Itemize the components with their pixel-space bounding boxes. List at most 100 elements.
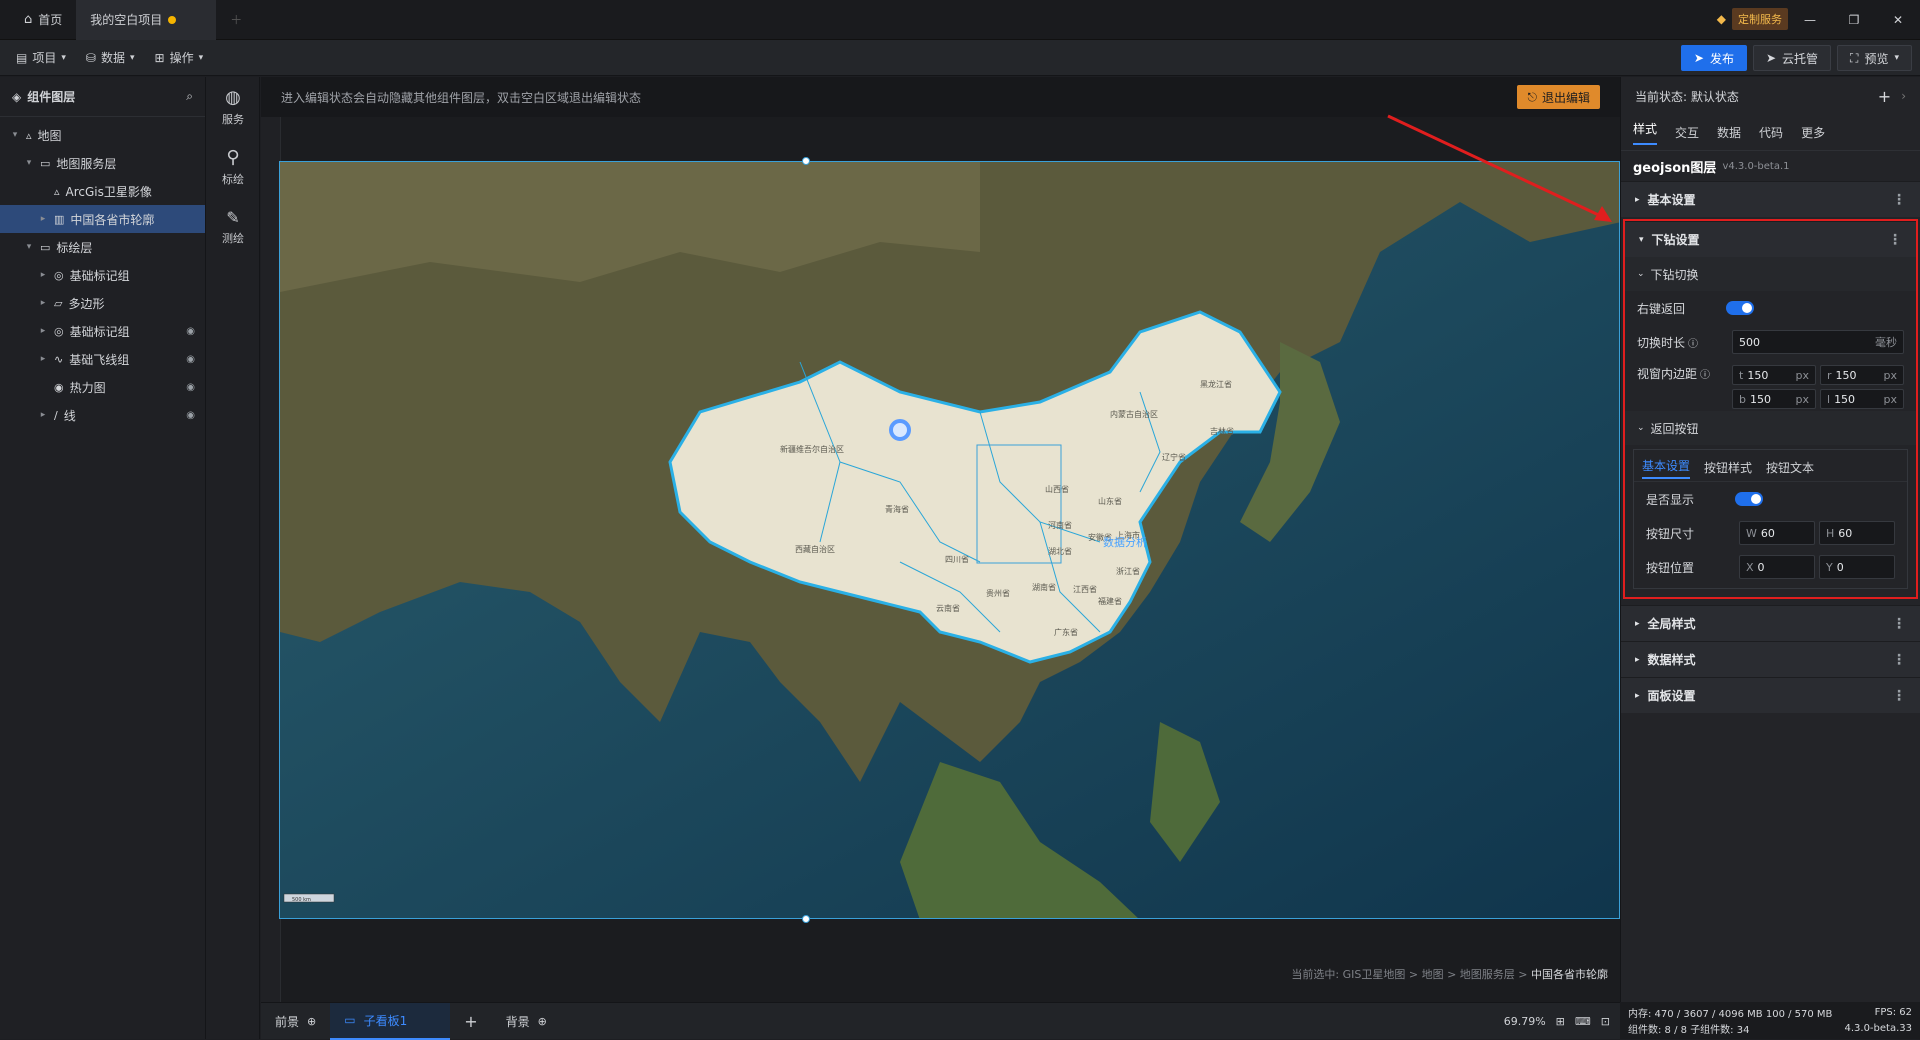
caret-icon[interactable]: ▾	[10, 130, 20, 140]
tab-code[interactable]: 代码	[1759, 124, 1783, 141]
caret-icon[interactable]: ▸	[38, 270, 48, 280]
cloud-host-button[interactable]: ➤ 云托管	[1752, 45, 1832, 71]
section-data-style[interactable]: ▸ 数据样式 ⋮	[1621, 641, 1920, 677]
tab-back[interactable]: 背景 ⊕	[492, 1003, 561, 1040]
visibility-icon[interactable]: ◉	[186, 410, 195, 421]
satellite-map[interactable]: 黑龙江省 吉林省 内蒙古自治区 辽宁省 新疆维吾尔自治区 青海省 西藏自治区 四…	[280, 162, 1620, 919]
caret-icon[interactable]: ▸	[38, 326, 48, 336]
restore-icon[interactable]: ❐	[1832, 13, 1876, 27]
duration-row: 切换时长 ⓘ 500 毫秒	[1625, 325, 1916, 359]
service-tool[interactable]: ◍ 服务	[206, 77, 260, 137]
layer-tree-item[interactable]: ◉ 热力图 ◉	[0, 373, 205, 401]
menu-data[interactable]: ⛁ 数据 ▾	[76, 44, 145, 72]
tab-style[interactable]: 样式	[1633, 120, 1658, 145]
back-tab-basic[interactable]: 基本设置	[1642, 457, 1691, 479]
more-vert-icon[interactable]: ⋮	[1892, 616, 1906, 632]
visibility-icon[interactable]: ◉	[186, 354, 195, 365]
help-icon[interactable]: ⓘ	[1688, 335, 1698, 350]
mark-tool[interactable]: ⚲ 标绘	[206, 137, 260, 197]
caret-icon[interactable]: ▸	[38, 214, 48, 224]
location-marker-icon[interactable]	[889, 419, 911, 441]
caret-icon[interactable]: ▸	[38, 298, 48, 308]
publish-button[interactable]: ➤ 发布	[1680, 45, 1747, 71]
menu-operate[interactable]: ⊞ 操作 ▾	[145, 44, 214, 72]
exit-edit-button[interactable]: ⎋ 退出编辑	[1517, 85, 1600, 109]
layer-tree-item[interactable]: ▸ ∕ 线 ◉	[0, 401, 205, 429]
tab-data[interactable]: 数据	[1717, 124, 1741, 141]
section-drill[interactable]: ▾ 下钻设置 ⋮	[1625, 221, 1916, 257]
measure-tool[interactable]: ✎ 测绘	[206, 197, 260, 257]
more-vert-icon[interactable]: ⋮	[1888, 232, 1902, 248]
layer-tree-item[interactable]: ▸ ▥ 中国各省市轮廓	[0, 205, 205, 233]
fit-icon[interactable]: ⊞	[1556, 1015, 1565, 1028]
layer-tree-item[interactable]: ▵ ArcGis卫星影像	[0, 177, 205, 205]
section-panel-settings[interactable]: ▸ 面板设置 ⋮	[1621, 677, 1920, 713]
back-button-tabs: 基本设置 按钮样式 按钮文本	[1634, 454, 1907, 482]
tab-interaction[interactable]: 交互	[1675, 124, 1699, 141]
back-tab-text[interactable]: 按钮文本	[1766, 459, 1814, 476]
chevron-down-icon: ⌄	[1637, 269, 1645, 279]
caret-icon[interactable]: ▾	[24, 158, 34, 168]
tab-panel1[interactable]: ▭ 子看板1	[330, 1002, 451, 1040]
duration-input[interactable]: 500 毫秒	[1732, 330, 1904, 354]
section-global-style[interactable]: ▸ 全局样式 ⋮	[1621, 605, 1920, 641]
search-icon[interactable]: ⌕	[186, 89, 193, 104]
visibility-icon[interactable]: ◉	[186, 326, 195, 337]
map-label: 山西省	[1045, 484, 1069, 494]
more-vert-icon[interactable]: ⋮	[1892, 652, 1906, 668]
caret-icon[interactable]: ▸	[38, 354, 48, 364]
help-icon[interactable]: ⓘ	[1700, 366, 1710, 381]
drill-switch-group[interactable]: ⌄ 下钻切换	[1625, 257, 1916, 291]
padding-top-input[interactable]: t 150 px	[1732, 365, 1816, 385]
padding-bottom-input[interactable]: b 150 px	[1732, 389, 1816, 409]
add-panel-button[interactable]: +	[450, 1003, 491, 1040]
height-input[interactable]: H 60	[1819, 521, 1895, 545]
measure-icon: ✎	[226, 208, 240, 227]
chevron-down-icon: ▾	[1894, 53, 1899, 63]
zoom-level[interactable]: 69.79%	[1504, 1015, 1546, 1028]
section-basic[interactable]: ▸ 基本设置 ⋮	[1621, 181, 1920, 217]
minimize-icon[interactable]: —	[1788, 13, 1832, 27]
layer-tree-item[interactable]: ▾ ▭ 地图服务层	[0, 149, 205, 177]
layer-type-icon: ▭	[40, 156, 51, 170]
add-state-icon[interactable]: +	[1878, 87, 1891, 106]
layer-tree-item[interactable]: ▸ ∿ 基础飞线组 ◉	[0, 345, 205, 373]
visibility-icon[interactable]: ◉	[186, 382, 195, 393]
add-tab-button[interactable]: ＋	[216, 0, 256, 40]
padding-right-input[interactable]: r 150 px	[1820, 365, 1904, 385]
custom-service[interactable]: ◆ 定制服务	[1717, 8, 1788, 30]
caret-icon[interactable]: ▸	[38, 410, 48, 420]
resize-handle-bottom[interactable]	[802, 915, 810, 923]
padding-left-input[interactable]: l 150 px	[1820, 389, 1904, 409]
more-vert-icon[interactable]: ⋮	[1892, 192, 1906, 208]
more-vert-icon[interactable]: ⋮	[1892, 688, 1906, 704]
resize-handle-top[interactable]	[802, 157, 810, 165]
tab-more[interactable]: 更多	[1801, 124, 1825, 141]
add-circle-icon[interactable]: ⊕	[538, 1015, 547, 1028]
back-button-group[interactable]: ⌄ 返回按钮	[1625, 411, 1916, 445]
current-state[interactable]: 当前状态: 默认状态	[1635, 88, 1739, 105]
tab-project[interactable]: 我的空白项目	[76, 0, 217, 40]
chevron-right-icon[interactable]: ›	[1901, 89, 1906, 103]
caret-icon[interactable]: ▾	[24, 242, 34, 252]
layer-tree-item[interactable]: ▸ ▱ 多边形	[0, 289, 205, 317]
tab-home[interactable]: ⌂ 首页	[0, 0, 76, 40]
menu-project[interactable]: ▤ 项目 ▾	[6, 44, 76, 72]
width-input[interactable]: W 60	[1739, 521, 1815, 545]
close-icon[interactable]: ✕	[1876, 13, 1920, 27]
layer-tree-item[interactable]: ▸ ◎ 基础标记组	[0, 261, 205, 289]
terminal-icon[interactable]: ⊡	[1601, 1015, 1610, 1028]
keyboard-icon[interactable]: ⌨	[1575, 1015, 1591, 1028]
map-view[interactable]: 黑龙江省 吉林省 内蒙古自治区 辽宁省 新疆维吾尔自治区 青海省 西藏自治区 四…	[279, 161, 1620, 919]
right-back-toggle[interactable]	[1726, 301, 1754, 315]
show-toggle[interactable]	[1735, 492, 1763, 506]
y-input[interactable]: Y0	[1819, 555, 1895, 579]
preview-button[interactable]: ⛶ 预览 ▾	[1837, 45, 1912, 71]
add-circle-icon[interactable]: ⊕	[307, 1015, 316, 1028]
layer-tree-item[interactable]: ▸ ◎ 基础标记组 ◉	[0, 317, 205, 345]
back-tab-style[interactable]: 按钮样式	[1704, 459, 1752, 476]
x-input[interactable]: X0	[1739, 555, 1815, 579]
layer-tree-item[interactable]: ▾ ▭ 标绘层	[0, 233, 205, 261]
layer-tree-item[interactable]: ▾ ▵ 地图	[0, 121, 205, 149]
tab-front[interactable]: 前景 ⊕	[261, 1003, 330, 1040]
